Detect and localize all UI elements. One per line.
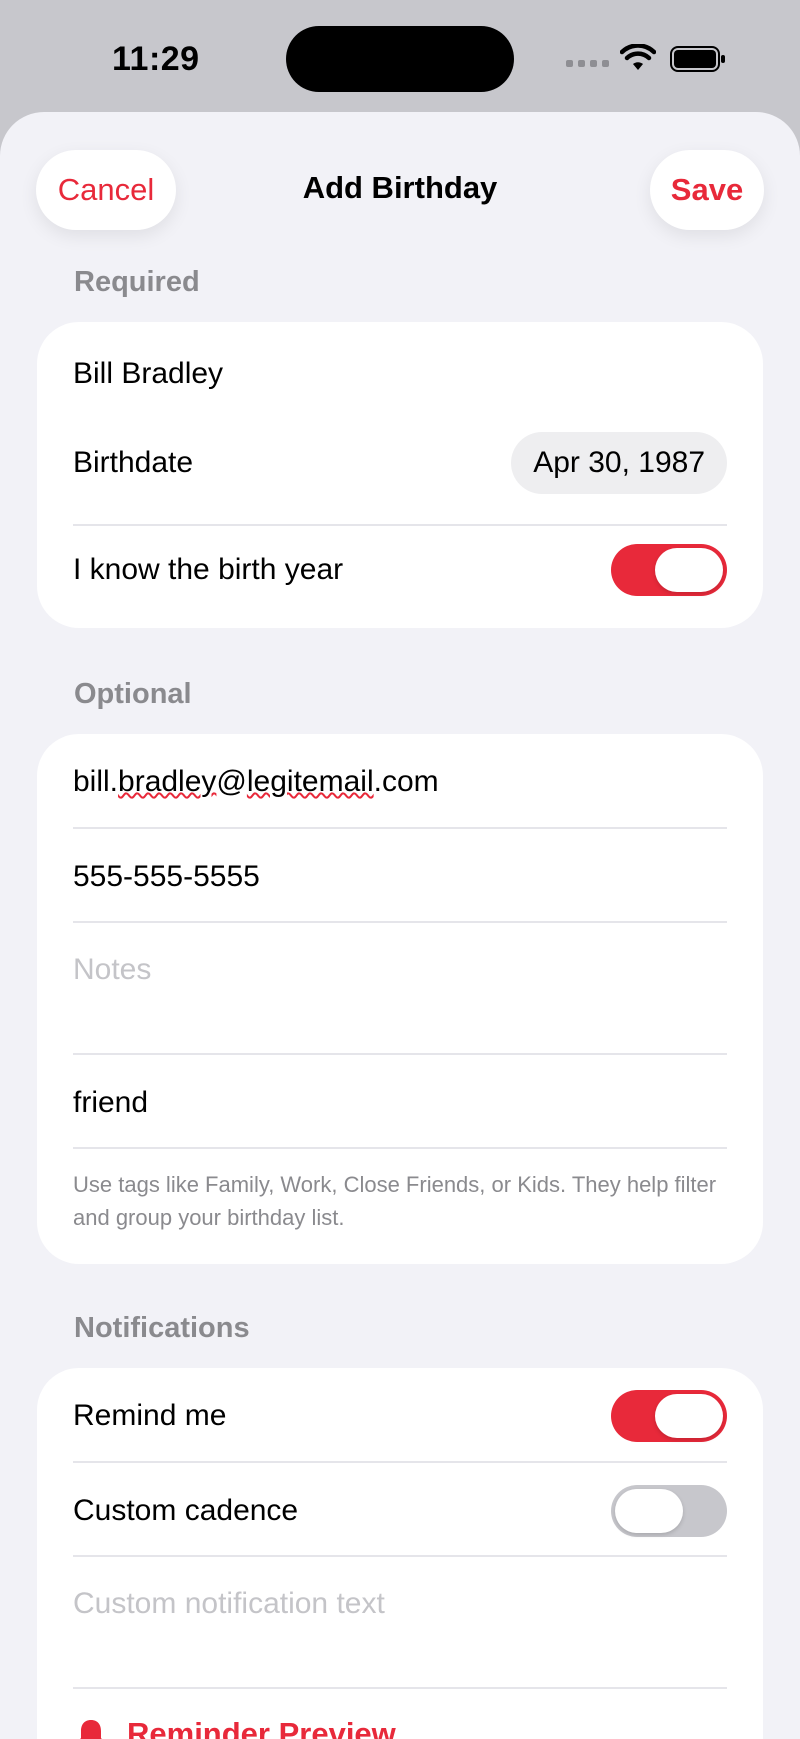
custom-cadence-row: Custom cadence [73, 1481, 727, 1541]
divider [73, 1687, 727, 1689]
divider [73, 1461, 727, 1463]
reminder-preview-label: Reminder Preview [127, 1716, 396, 1739]
name-field[interactable]: Bill Bradley [73, 344, 727, 404]
reminder-preview-button[interactable]: Reminder Preview [73, 1716, 396, 1739]
birthdate-row: Birthdate Apr 30, 1987 [73, 428, 727, 498]
tags-value: friend [73, 1086, 149, 1119]
battery-icon [670, 46, 725, 72]
custom-notification-text-field[interactable]: Custom notification text [73, 1574, 727, 1634]
name-value: Bill Bradley [73, 357, 224, 390]
divider [73, 827, 727, 829]
required-card: Bill Bradley Birthdate Apr 30, 1987 I kn… [37, 322, 763, 628]
divider [73, 921, 727, 923]
bell-icon [80, 1720, 102, 1739]
status-bar: 11:29 [0, 0, 800, 112]
custom-cadence-label: Custom cadence [73, 1494, 299, 1527]
birth-year-row: I know the birth year [73, 540, 727, 600]
status-time: 11:29 [112, 40, 200, 78]
tags-field[interactable]: friend [73, 1073, 727, 1133]
dynamic-island [286, 26, 514, 92]
divider [73, 1555, 727, 1557]
divider [73, 1053, 727, 1055]
email-field[interactable]: bill.bradley@legitemail.com [73, 752, 727, 812]
email-value: bill.bradley@legitemail.com [73, 765, 439, 798]
birth-year-label: I know the birth year [73, 553, 344, 586]
notifications-card: Remind me Custom cadence Custom notifica… [37, 1368, 763, 1739]
add-birthday-sheet: Cancel Add Birthday Save Required Bill B… [0, 112, 800, 1739]
divider [73, 1147, 727, 1149]
cellular-signal-icon [566, 60, 609, 67]
remind-me-label: Remind me [73, 1399, 227, 1432]
custom-cadence-toggle[interactable] [611, 1485, 727, 1537]
section-header-optional: Optional [74, 678, 192, 710]
custom-notification-placeholder: Custom notification text [73, 1587, 385, 1620]
phone-field[interactable]: 555-555-5555 [73, 847, 727, 907]
notes-field[interactable]: Notes [73, 940, 727, 1000]
remind-me-row: Remind me [73, 1386, 727, 1446]
birthdate-picker[interactable]: Apr 30, 1987 [511, 432, 727, 494]
optional-card: bill.bradley@legitemail.com 555-555-5555… [37, 734, 763, 1264]
section-header-required: Required [74, 266, 200, 298]
tags-hint: Use tags like Family, Work, Close Friend… [73, 1172, 717, 1230]
birth-year-toggle[interactable] [611, 544, 727, 596]
phone-value: 555-555-5555 [73, 860, 260, 893]
section-header-notifications: Notifications [74, 1312, 250, 1344]
birthdate-label: Birthdate [73, 446, 194, 479]
wifi-icon [620, 44, 656, 70]
save-button[interactable]: Save [650, 150, 764, 230]
notes-placeholder: Notes [73, 953, 152, 986]
remind-me-toggle[interactable] [611, 1390, 727, 1442]
